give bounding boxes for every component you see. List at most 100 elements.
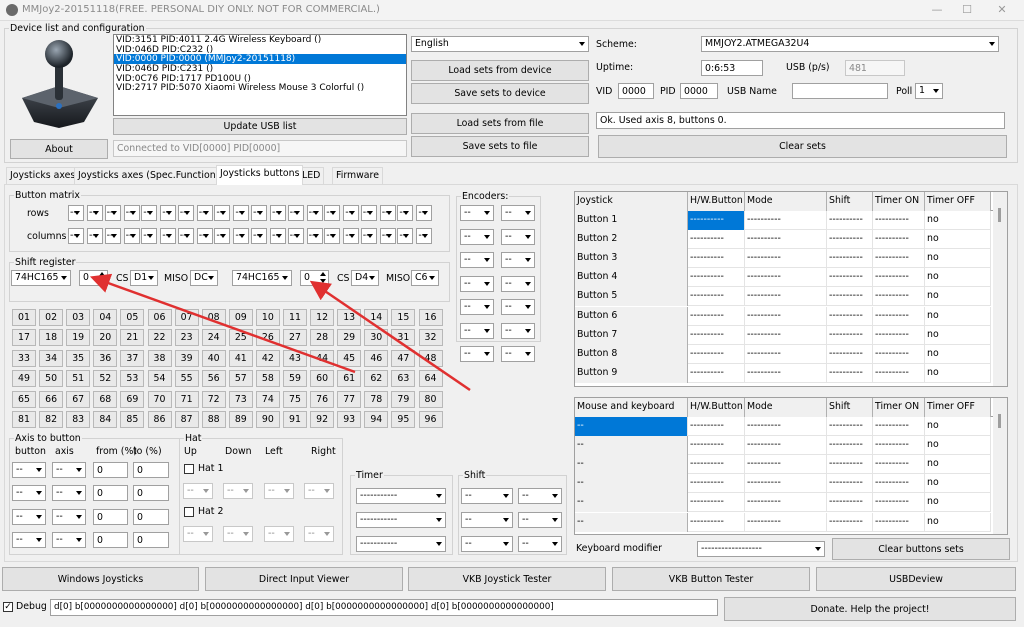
- matrix-select[interactable]: --: [397, 205, 414, 221]
- grid-cell[interactable]: ----------: [688, 417, 745, 436]
- hat1-checkbox[interactable]: [184, 464, 194, 474]
- pid-field[interactable]: 0000: [680, 83, 718, 99]
- button-number-cell[interactable]: 29: [337, 329, 362, 347]
- button-number-cell[interactable]: 95: [391, 411, 416, 428]
- a2b-from-field[interactable]: 0: [93, 485, 128, 502]
- button-number-cell[interactable]: 28: [310, 329, 335, 347]
- button-number-cell[interactable]: 44: [310, 349, 335, 367]
- grid-cell[interactable]: Button 8: [575, 344, 688, 364]
- button-number-cell[interactable]: 26: [255, 329, 280, 347]
- matrix-select[interactable]: --: [233, 228, 250, 244]
- grid-cell[interactable]: ----------: [827, 474, 873, 494]
- button-number-cell[interactable]: 07: [174, 309, 199, 326]
- scrollbar-thumb[interactable]: [998, 414, 1001, 428]
- grid-cell[interactable]: --: [575, 417, 688, 436]
- grid-cell[interactable]: ----------: [873, 436, 925, 456]
- a2b-axis-select[interactable]: --: [52, 462, 86, 478]
- minimize-button[interactable]: —: [920, 0, 954, 21]
- load-sets-from-device-button[interactable]: Load sets from device: [411, 60, 589, 81]
- button-number-cell[interactable]: 20: [93, 329, 118, 347]
- grid-cell[interactable]: Button 4: [575, 268, 688, 288]
- encoder-select[interactable]: --: [460, 205, 494, 221]
- col-hw-button-header[interactable]: H/W.Button: [688, 192, 745, 211]
- encoder-select[interactable]: --: [460, 346, 494, 362]
- mouse-keyboard-grid[interactable]: Mouse and keyboard H/W.Button Mode Shift…: [574, 397, 1008, 535]
- button-number-cell[interactable]: 37: [120, 349, 145, 367]
- button-number-cell[interactable]: 92: [310, 411, 335, 428]
- shift-select[interactable]: --: [461, 512, 513, 528]
- button-number-cell[interactable]: 47: [391, 349, 416, 367]
- vid-field[interactable]: 0000: [618, 83, 654, 99]
- matrix-select[interactable]: --: [104, 228, 121, 244]
- button-number-cell[interactable]: 53: [120, 370, 145, 388]
- grid-cell[interactable]: --: [575, 474, 688, 494]
- matrix-select[interactable]: --: [141, 228, 158, 244]
- button-number-cell[interactable]: 21: [120, 329, 145, 347]
- button-number-cell[interactable]: 45: [337, 349, 362, 367]
- grid-cell[interactable]: no: [925, 325, 991, 345]
- button-number-cell[interactable]: 51: [66, 370, 91, 388]
- button-number-cell[interactable]: 38: [147, 349, 172, 367]
- joystick-grid-scrollbar[interactable]: [993, 192, 1007, 386]
- grid-cell[interactable]: Button 6: [575, 306, 688, 326]
- language-select[interactable]: English: [411, 36, 589, 52]
- grid-cell[interactable]: ----------: [827, 268, 873, 288]
- joystick-buttons-grid[interactable]: Joystick H/W.Button Mode Shift Timer ON …: [574, 191, 1008, 387]
- button-number-cell[interactable]: 87: [174, 411, 199, 428]
- col-joystick-header[interactable]: Joystick: [575, 192, 688, 211]
- grid-cell[interactable]: ----------: [688, 325, 745, 345]
- grid-cell[interactable]: ----------: [873, 230, 925, 250]
- button-number-cell[interactable]: 19: [66, 329, 91, 347]
- direct-input-viewer-button[interactable]: Direct Input Viewer: [205, 567, 403, 591]
- col-shift-header[interactable]: Shift: [827, 192, 873, 211]
- shift-register-count-stepper[interactable]: 0: [79, 270, 108, 286]
- grid-cell[interactable]: no: [925, 363, 991, 383]
- shift-select[interactable]: --: [461, 488, 513, 504]
- matrix-select[interactable]: --: [123, 228, 140, 244]
- matrix-select[interactable]: --: [160, 228, 177, 244]
- grid-cell[interactable]: Button 5: [575, 287, 688, 307]
- grid-cell[interactable]: ----------: [688, 474, 745, 494]
- grid-cell[interactable]: no: [925, 249, 991, 269]
- matrix-select[interactable]: --: [87, 205, 103, 221]
- grid-cell[interactable]: ----------: [745, 249, 827, 269]
- cs-select[interactable]: D1: [130, 270, 158, 286]
- grid-cell[interactable]: ----------: [873, 211, 925, 230]
- grid-cell[interactable]: Button 3: [575, 249, 688, 269]
- matrix-select[interactable]: --: [214, 205, 231, 221]
- button-number-cell[interactable]: 33: [12, 349, 36, 367]
- button-number-cell[interactable]: 22: [147, 329, 172, 347]
- clear-sets-button[interactable]: Clear sets: [598, 135, 1007, 158]
- grid-cell[interactable]: ----------: [745, 268, 827, 288]
- col-timer-off-header[interactable]: Timer OFF: [925, 192, 991, 211]
- grid-cell[interactable]: ----------: [745, 211, 827, 230]
- col-mouse-keyboard-header[interactable]: Mouse and keyboard: [575, 398, 688, 417]
- button-number-cell[interactable]: 84: [93, 411, 118, 428]
- a2b-button-select[interactable]: --: [12, 485, 46, 502]
- grid-row[interactable]: -- ---------- ---------- ---------- --------…: [575, 417, 991, 436]
- button-number-cell[interactable]: 36: [93, 349, 118, 367]
- grid-row[interactable]: Button 8 ---------- ---------- ---------- --…: [575, 344, 991, 364]
- button-number-cell[interactable]: 75: [283, 390, 307, 408]
- about-button[interactable]: About: [10, 139, 108, 159]
- a2b-button-select[interactable]: --: [12, 508, 46, 525]
- shift-select[interactable]: --: [518, 536, 562, 552]
- grid-row[interactable]: Button 5 ---------- ---------- ---------- --…: [575, 287, 991, 307]
- col-mode-header[interactable]: Mode: [745, 398, 827, 417]
- grid-cell[interactable]: ----------: [873, 287, 925, 307]
- button-number-cell[interactable]: 15: [391, 309, 416, 326]
- button-number-cell[interactable]: 62: [364, 370, 389, 388]
- maximize-button[interactable]: ☐: [950, 0, 984, 21]
- button-number-cell[interactable]: 08: [201, 309, 226, 326]
- grid-cell[interactable]: no: [925, 230, 991, 250]
- grid-cell[interactable]: ----------: [688, 249, 745, 269]
- cs-select[interactable]: D4: [351, 270, 379, 286]
- col-timer-on-header[interactable]: Timer ON: [873, 192, 925, 211]
- save-sets-to-file-button[interactable]: Save sets to file: [411, 136, 589, 157]
- a2b-button-select[interactable]: --: [12, 531, 46, 548]
- grid-cell[interactable]: ----------: [745, 287, 827, 307]
- encoder-select[interactable]: --: [460, 252, 494, 268]
- button-number-cell[interactable]: 83: [66, 411, 91, 428]
- button-number-cell[interactable]: 74: [255, 390, 280, 408]
- encoder-select[interactable]: --: [460, 275, 494, 292]
